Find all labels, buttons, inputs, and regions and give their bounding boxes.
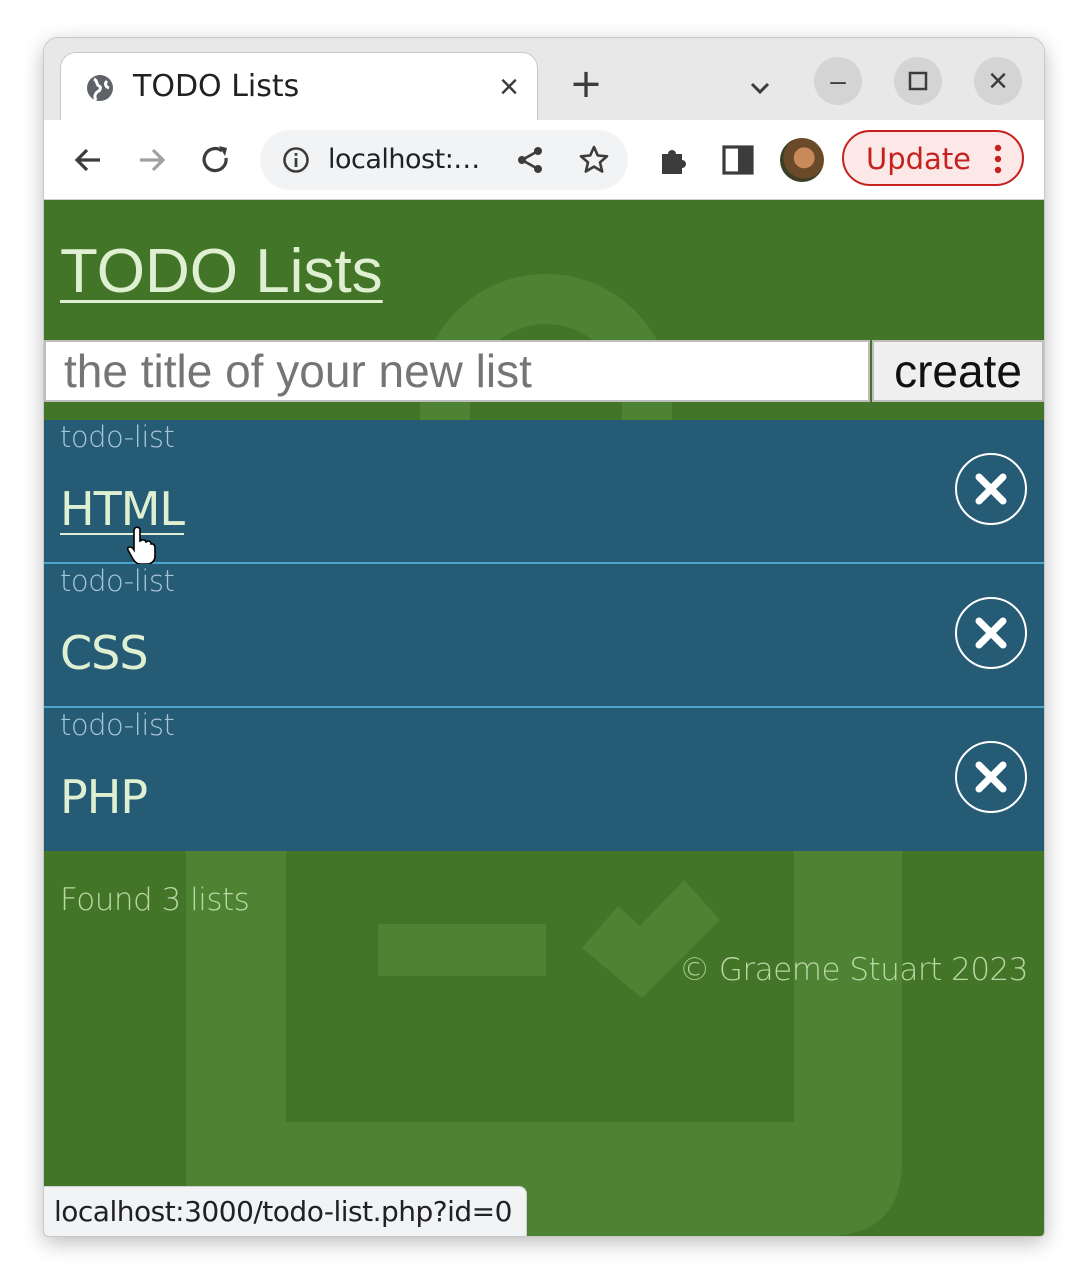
list-link-php[interactable]: PHP (60, 770, 148, 824)
delete-list-button[interactable] (955, 597, 1027, 669)
globe-icon (87, 75, 113, 101)
address-url[interactable]: localhost:… (328, 144, 480, 175)
new-tab-button[interactable]: + (566, 64, 606, 106)
back-arrow-icon[interactable] (70, 142, 106, 178)
list-item: todo-list HTML (44, 420, 1044, 565)
info-icon[interactable] (282, 146, 310, 174)
tab-title: TODO Lists (133, 69, 300, 104)
delete-list-button[interactable] (955, 741, 1027, 813)
create-button[interactable]: create (872, 340, 1044, 402)
delete-list-button[interactable] (955, 453, 1027, 525)
maximize-button[interactable] (894, 57, 942, 105)
copyright-text: © Graeme Stuart 2023 (679, 952, 1028, 988)
more-menu-icon[interactable] (994, 144, 1002, 174)
side-panel-icon[interactable] (720, 142, 756, 178)
browser-toolbar: localhost:… Update (44, 120, 1044, 200)
item-kind-label: todo-list (60, 564, 175, 598)
close-icon (975, 617, 1007, 649)
todo-list-list: todo-list HTML todo-list CSS todo-list P… (44, 420, 1044, 851)
reload-icon[interactable] (198, 142, 234, 178)
address-bar[interactable]: localhost:… (260, 130, 628, 190)
new-list-title-input[interactable] (44, 340, 870, 402)
maximize-icon (908, 71, 928, 91)
close-icon (975, 473, 1007, 505)
page-viewport: TODO Lists create todo-list HTML todo-li… (44, 200, 1044, 1236)
list-item: todo-list CSS (44, 564, 1044, 708)
page-title[interactable]: TODO Lists (60, 236, 383, 307)
lists-count-text: Found 3 lists (60, 882, 250, 918)
extensions-icon[interactable] (656, 142, 692, 178)
close-icon (975, 761, 1007, 793)
chevron-down-icon[interactable] (744, 72, 776, 104)
profile-avatar[interactable] (780, 138, 824, 182)
tab-close-icon[interactable]: × (493, 70, 525, 104)
share-icon[interactable] (514, 144, 546, 176)
forward-arrow-icon[interactable] (134, 142, 170, 178)
close-icon: × (988, 62, 1008, 100)
minimize-icon: – (830, 65, 846, 96)
link-status-bar: localhost:3000/todo-list.php?id=0 (44, 1186, 527, 1236)
browser-tab[interactable]: TODO Lists × (60, 52, 538, 120)
update-button[interactable]: Update (842, 130, 1024, 186)
hand-pointer-cursor-icon (126, 526, 156, 565)
list-item: todo-list PHP (44, 708, 1044, 851)
item-kind-label: todo-list (60, 420, 175, 454)
bookmark-star-icon[interactable] (578, 144, 610, 176)
browser-window: TODO Lists × + – × localhost:… Update TO… (44, 38, 1044, 1236)
update-label: Update (866, 142, 972, 176)
item-kind-label: todo-list (60, 708, 175, 742)
tab-strip: TODO Lists × + – × (44, 38, 1044, 120)
list-link-css[interactable]: CSS (60, 626, 149, 680)
close-window-button[interactable]: × (974, 57, 1022, 105)
minimize-button[interactable]: – (814, 57, 862, 105)
list-link-html[interactable]: HTML (60, 482, 185, 536)
